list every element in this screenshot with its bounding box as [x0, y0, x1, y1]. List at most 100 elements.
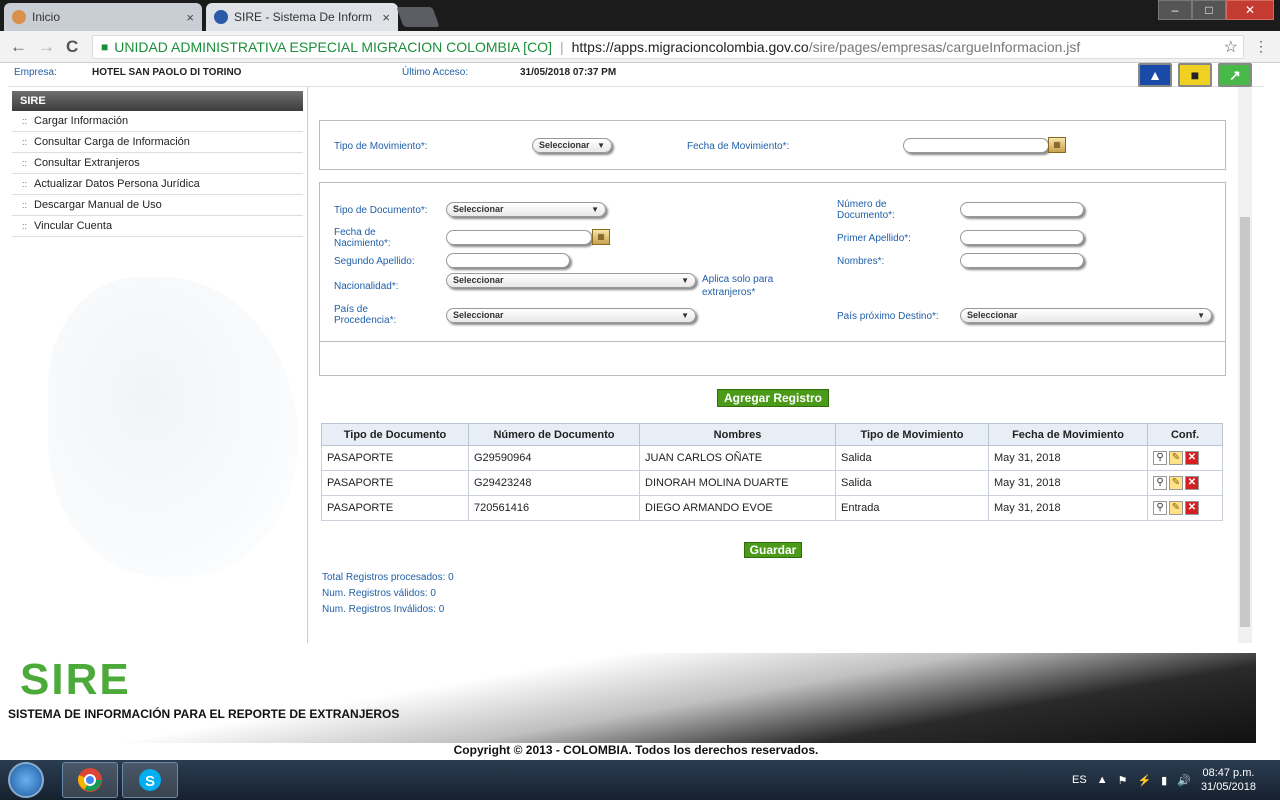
cell-fecha-movimiento: May 31, 2018 [988, 470, 1148, 496]
clock[interactable]: 08:47 p.m. 31/05/2018 [1201, 766, 1256, 794]
nombres-input[interactable] [960, 253, 1084, 268]
scrollbar-thumb[interactable] [1240, 217, 1250, 627]
pais-destino-label: País próximo Destino*: [837, 311, 939, 322]
tab-inicio[interactable]: Inicio × [4, 3, 202, 31]
maximize-button[interactable]: □ [1192, 0, 1226, 20]
site-org: UNIDAD ADMINISTRATIVA ESPECIAL MIGRACION… [114, 39, 552, 55]
sidebar-item-descargar-manual[interactable]: Descargar Manual de Uso [12, 195, 303, 216]
reload-icon[interactable]: C [66, 37, 78, 57]
minimize-button[interactable]: – [1158, 0, 1192, 20]
fecha-movimiento-input[interactable] [903, 138, 1049, 153]
back-icon[interactable]: ← [10, 37, 27, 57]
browser-menu-icon[interactable]: ⋮ [1254, 38, 1268, 55]
close-window-button[interactable]: ✕ [1226, 0, 1274, 20]
segundo-apellido-input[interactable] [446, 253, 570, 268]
col-fecha-movimiento: Fecha de Movimiento [988, 423, 1148, 446]
cell-numero-documento: 720561416 [468, 495, 640, 521]
guardar-button[interactable]: Guardar [744, 542, 802, 558]
view-icon[interactable]: ⚲ [1153, 501, 1167, 515]
top-icons: ▲ ■ ↗ [1138, 63, 1252, 87]
col-conf: Conf. [1147, 423, 1223, 446]
sidebar-item-cargar[interactable]: Cargar Información [12, 111, 303, 132]
new-tab-button[interactable] [396, 7, 440, 27]
fecha-movimiento-label: Fecha de Movimiento*: [687, 141, 790, 152]
registros-invalidos: Num. Registros Inválidos: 0 [322, 604, 445, 615]
agregar-registro-button[interactable]: Agregar Registro [717, 389, 829, 407]
view-icon[interactable]: ⚲ [1153, 476, 1167, 490]
col-numero-documento: Número de Documento [468, 423, 640, 446]
lock-icon[interactable]: ■ [1178, 63, 1212, 87]
delete-icon[interactable]: ✕ [1185, 451, 1199, 465]
pais-destino-select[interactable]: Seleccionar ▼ [960, 308, 1212, 323]
sidebar-item-consultar-carga[interactable]: Consultar Carga de Información [12, 132, 303, 153]
address-bar: ← → C ■ UNIDAD ADMINISTRATIVA ESPECIAL M… [0, 31, 1280, 63]
chrome-taskbar-icon[interactable] [62, 762, 118, 798]
info-bar: Empresa: HOTEL SAN PAOLO DI TORINO Últim… [8, 63, 1264, 87]
language-indicator[interactable]: ES [1072, 774, 1087, 786]
table-row: PASAPORTE G29590964 JUAN CARLOS OÑATE Sa… [321, 445, 1223, 471]
forward-icon[interactable]: → [38, 37, 55, 57]
close-icon[interactable]: × [186, 10, 194, 25]
cell-tipo-movimiento: Salida [835, 470, 989, 496]
edit-icon[interactable]: ✎ [1169, 501, 1183, 515]
home-icon[interactable]: ▲ [1138, 63, 1172, 87]
page-icon [214, 10, 228, 24]
fecha-nacimiento-label: Fecha de Nacimiento*: [334, 227, 391, 249]
volume-icon[interactable]: 🔊 [1177, 774, 1191, 787]
tab-title: Inicio [32, 10, 61, 24]
cell-nombres: DINORAH MOLINA DUARTE [639, 470, 836, 496]
select-value: Seleccionar [453, 204, 504, 214]
tab-sire[interactable]: SIRE - Sistema De Inform × [206, 3, 398, 31]
window-controls: – □ ✕ [1158, 0, 1274, 20]
total-registros: Total Registros procesados: 0 [322, 572, 454, 583]
sidebar-item-vincular-cuenta[interactable]: Vincular Cuenta [12, 216, 303, 237]
sidebar-item-consultar-extranjeros[interactable]: Consultar Extranjeros [12, 153, 303, 174]
main-panel: Tipo de Movimiento*: Seleccionar ▼ Fecha … [308, 87, 1238, 643]
footer-swoosh [8, 653, 1256, 743]
main-scrollbar[interactable] [1238, 87, 1252, 643]
start-button[interactable] [8, 762, 44, 798]
delete-icon[interactable]: ✕ [1185, 476, 1199, 490]
network-icon[interactable]: ▮ [1161, 774, 1167, 787]
edit-icon[interactable]: ✎ [1169, 451, 1183, 465]
skype-taskbar-icon[interactable]: S [122, 762, 178, 798]
tipo-documento-label: Tipo de Documento*: [334, 205, 428, 216]
browser-tab-bar: Inicio × SIRE - Sistema De Inform × – □ … [0, 0, 1280, 31]
registros-validos: Num. Registros válidos: 0 [322, 588, 436, 599]
cell-nombres: JUAN CARLOS OÑATE [639, 445, 836, 471]
flag-icon[interactable]: ⚑ [1118, 774, 1128, 787]
url-path: /sire/pages/empresas/cargueInformacion.j… [808, 39, 1081, 55]
select-value: Seleccionar [967, 310, 1018, 320]
footer: SIRE SISTEMA DE INFORMACIÓN PARA EL REPO… [8, 643, 1264, 760]
numero-documento-label: Número de Documento*: [837, 199, 895, 221]
pais-procedencia-select[interactable]: Seleccionar ▼ [446, 308, 696, 323]
tray-expand-icon[interactable]: ▲ [1097, 774, 1108, 786]
fecha-nacimiento-input[interactable] [446, 230, 592, 245]
tipo-movimiento-select[interactable]: Seleccionar ▼ [532, 138, 612, 153]
cell-nombres: DIEGO ARMANDO EVOE [639, 495, 836, 521]
url-separator: | [559, 39, 564, 55]
url-input[interactable]: ■ UNIDAD ADMINISTRATIVA ESPECIAL MIGRACI… [92, 35, 1244, 59]
select-value: Seleccionar [453, 310, 504, 320]
sidebar-item-actualizar-datos[interactable]: Actualizar Datos Persona Jurídica [12, 174, 303, 195]
close-icon[interactable]: × [382, 10, 390, 25]
table-row: PASAPORTE 720561416 DIEGO ARMANDO EVOE E… [321, 495, 1223, 521]
bookmark-star-icon[interactable]: ☆ [1224, 37, 1238, 57]
numero-documento-input[interactable] [960, 202, 1084, 217]
table-header-row: Tipo de Documento Número de Documento No… [321, 423, 1223, 446]
edit-icon[interactable]: ✎ [1169, 476, 1183, 490]
calendar-icon[interactable]: ▦ [592, 229, 610, 245]
exit-icon[interactable]: ↗ [1218, 63, 1252, 87]
delete-icon[interactable]: ✕ [1185, 501, 1199, 515]
cell-actions: ⚲ ✎ ✕ [1147, 495, 1223, 521]
calendar-icon[interactable]: ▦ [1048, 137, 1066, 153]
chevron-down-icon: ▼ [591, 205, 599, 214]
col-tipo-documento: Tipo de Documento [321, 423, 469, 446]
tipo-documento-select[interactable]: Seleccionar ▼ [446, 202, 606, 217]
primer-apellido-input[interactable] [960, 230, 1084, 245]
view-icon[interactable]: ⚲ [1153, 451, 1167, 465]
tipo-movimiento-label: Tipo de Movimiento*: [334, 141, 428, 152]
power-icon[interactable]: ⚡ [1137, 774, 1151, 787]
empresa-value: HOTEL SAN PAOLO DI TORINO [92, 67, 242, 78]
cell-numero-documento: G29590964 [468, 445, 640, 471]
